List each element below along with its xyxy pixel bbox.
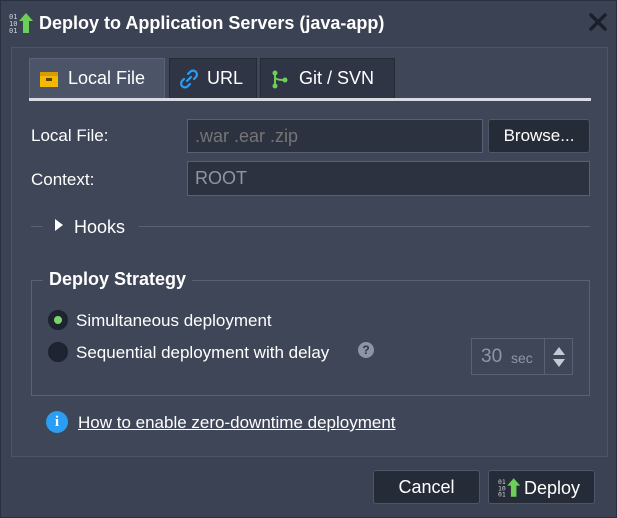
context-label: Context: bbox=[31, 170, 95, 189]
svg-text:01: 01 bbox=[9, 27, 17, 34]
deploy-dialog: 01 10 01 Deploy to Application Servers (… bbox=[0, 0, 617, 518]
cancel-button[interactable]: Cancel bbox=[373, 470, 480, 504]
radio-sequential[interactable] bbox=[48, 342, 68, 362]
hooks-toggle[interactable]: Hooks bbox=[74, 217, 125, 238]
hooks-right-line bbox=[139, 226, 590, 227]
help-icon[interactable]: ? bbox=[358, 342, 374, 358]
deploy-label: Deploy bbox=[524, 478, 581, 498]
svg-text:01: 01 bbox=[498, 491, 506, 498]
tab-url[interactable]: URL bbox=[169, 58, 257, 98]
sequential-label[interactable]: Sequential deployment with delay bbox=[76, 343, 329, 363]
radio-simultaneous[interactable] bbox=[48, 310, 68, 330]
tab-git-svn[interactable]: Git / SVN bbox=[260, 58, 395, 98]
archive-box-icon bbox=[40, 72, 58, 87]
local-file-input[interactable] bbox=[187, 119, 483, 153]
chevron-down-icon[interactable] bbox=[553, 359, 565, 367]
git-branch-icon bbox=[272, 70, 288, 89]
simultaneous-label[interactable]: Simultaneous deployment bbox=[76, 311, 272, 331]
tab-local-file[interactable]: Local File bbox=[29, 58, 165, 98]
deploy-upload-icon: 01 10 01 bbox=[498, 478, 521, 498]
dialog-title: Deploy to Application Servers (java-app) bbox=[39, 13, 385, 33]
hooks-left-line bbox=[31, 226, 43, 227]
deploy-strategy-legend: Deploy Strategy bbox=[43, 269, 193, 290]
deploy-upload-icon: 01 10 01 bbox=[9, 13, 33, 34]
info-icon: i bbox=[46, 411, 68, 433]
radio-selected-dot bbox=[54, 316, 62, 324]
local-file-label: Local File: bbox=[31, 126, 109, 145]
zero-downtime-help-link[interactable]: How to enable zero-downtime deployment bbox=[78, 413, 396, 433]
browse-button[interactable]: Browse... bbox=[488, 119, 590, 153]
link-icon bbox=[180, 69, 198, 89]
delay-stepper[interactable]: 30 sec bbox=[471, 338, 573, 375]
tab-label: URL bbox=[207, 68, 244, 88]
close-icon[interactable] bbox=[587, 11, 609, 33]
deploy-button[interactable]: 01 10 01 Deploy bbox=[488, 470, 595, 504]
tab-label: Local File bbox=[68, 68, 146, 88]
dialog-titlebar: 01 10 01 Deploy to Application Servers (… bbox=[1, 1, 616, 45]
delay-unit: sec bbox=[511, 350, 533, 366]
expand-caret-icon[interactable] bbox=[54, 219, 64, 231]
delay-spin-buttons[interactable] bbox=[544, 339, 573, 374]
tab-label: Git / SVN bbox=[299, 68, 375, 88]
chevron-up-icon[interactable] bbox=[553, 347, 565, 355]
tab-strip-divider bbox=[29, 98, 591, 101]
context-input[interactable] bbox=[187, 161, 590, 196]
delay-value[interactable]: 30 bbox=[481, 346, 502, 368]
